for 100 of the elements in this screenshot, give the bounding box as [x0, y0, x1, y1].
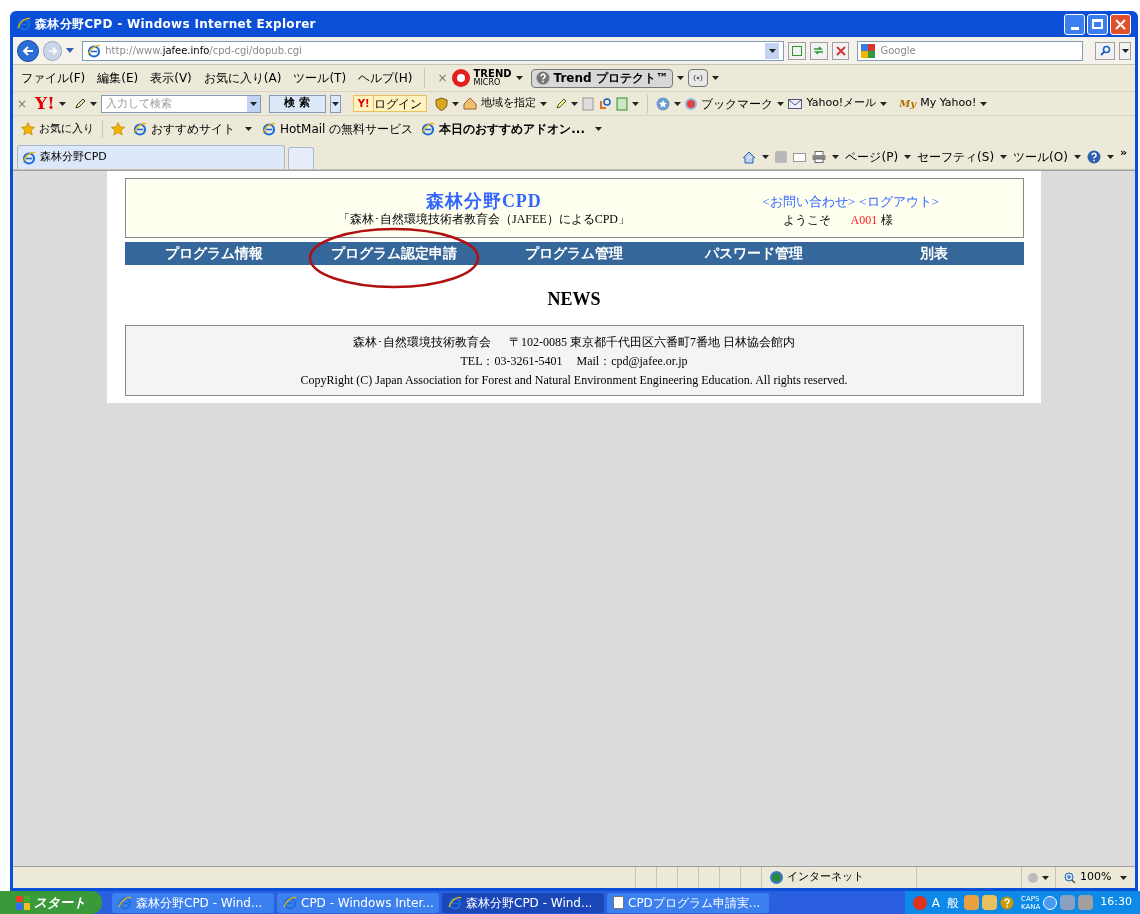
my-yahoo-button[interactable]: My Yahoo!	[920, 95, 977, 112]
close-toolbar-button[interactable]: ×	[437, 69, 448, 87]
caret-icon[interactable]	[571, 101, 579, 106]
address-field[interactable]: http://www.jafee.info/cpd-cgi/dopub.cgi	[82, 40, 785, 61]
nav-link[interactable]: パスワード管理	[704, 243, 803, 264]
login-button[interactable]: ログイン	[374, 95, 428, 112]
highlighter-icon[interactable]	[555, 97, 568, 110]
mail-icon[interactable]	[793, 152, 807, 162]
menu-item[interactable]: 表示(V)	[150, 69, 192, 87]
menu-item[interactable]: 編集(E)	[97, 69, 139, 87]
caret-icon[interactable]	[1106, 155, 1114, 159]
clock: 16:30	[1100, 894, 1132, 911]
command-menu[interactable]: ページ(P)	[845, 148, 899, 166]
stop-button[interactable]	[831, 41, 850, 60]
star-icon[interactable]	[21, 122, 35, 136]
menu-item[interactable]: ヘルプ(H)	[358, 69, 413, 87]
command-menu[interactable]: セーフティ(S)	[917, 148, 995, 166]
zoom-button[interactable]: 100%	[1080, 869, 1112, 886]
search-button[interactable]	[1095, 41, 1116, 60]
caret-icon[interactable]	[249, 101, 257, 106]
dropdown-button[interactable]	[329, 94, 341, 113]
printer-icon[interactable]	[812, 151, 827, 163]
home-icon[interactable]	[742, 150, 757, 164]
back-button[interactable]	[17, 39, 39, 62]
caret-icon[interactable]	[515, 76, 523, 80]
header-link[interactable]: <ログアウト>	[859, 193, 939, 211]
caret-icon[interactable]	[768, 48, 776, 53]
nav-link[interactable]: プログラム管理	[525, 243, 623, 264]
caret-icon[interactable]	[1121, 48, 1129, 53]
taskbar-button[interactable]: CPD - Windows Inter...	[277, 892, 439, 913]
caret-icon[interactable]	[904, 155, 912, 159]
start-button[interactable]: スタート	[0, 891, 102, 914]
star-circle-icon[interactable]	[656, 96, 671, 111]
caret-icon[interactable]	[676, 76, 684, 80]
caret-icon[interactable]	[58, 101, 66, 106]
ime-indicator[interactable]: 般	[945, 893, 961, 912]
close-button[interactable]	[1110, 13, 1131, 35]
caret-icon[interactable]	[1073, 155, 1081, 159]
caret-icon[interactable]	[880, 101, 888, 106]
caret-icon[interactable]	[832, 155, 840, 159]
envelope-icon[interactable]	[788, 98, 803, 109]
zoom-icon[interactable]	[1064, 871, 1076, 884]
caret-icon[interactable]	[777, 101, 785, 106]
favorites-button[interactable]: お気に入り	[39, 120, 94, 138]
caret-icon[interactable]	[540, 101, 548, 106]
caret-icon[interactable]	[89, 101, 97, 106]
yahoo-logo[interactable]: Y!	[352, 95, 375, 112]
minimize-button[interactable]	[1064, 13, 1085, 35]
caret-icon[interactable]	[331, 101, 339, 106]
browser-tab[interactable]: 森林分野CPD	[17, 145, 285, 169]
compatibility-button[interactable]	[788, 41, 806, 60]
search-field[interactable]: 入力して検索	[100, 94, 261, 113]
command-menu[interactable]: ツール(O)	[1013, 148, 1068, 166]
house-icon[interactable]	[463, 97, 478, 110]
taskbar-button[interactable]: 森林分野CPD - Wind...	[112, 892, 274, 913]
close-toolbar-button[interactable]: ×	[17, 94, 28, 113]
help-icon[interactable]	[1000, 895, 1014, 910]
menu-item[interactable]: お気に入り(A)	[203, 69, 282, 87]
magnifier-icon[interactable]	[598, 96, 613, 111]
menu-item[interactable]: ツール(T)	[293, 69, 347, 87]
nav-link[interactable]: プログラム情報	[165, 243, 264, 264]
wireless-button[interactable]	[687, 69, 708, 87]
dropdown-button[interactable]	[765, 42, 780, 59]
caret-icon[interactable]	[632, 101, 640, 106]
user-id: A001	[850, 212, 878, 229]
taskbar-button[interactable]: 森林分野CPD - Wind...	[442, 892, 604, 913]
caret-icon[interactable]	[980, 101, 988, 106]
more-button[interactable]: »	[1119, 145, 1127, 162]
nav-link[interactable]: 別表	[919, 243, 948, 264]
trend-protect-button[interactable]: Trend プロテクト™	[530, 68, 673, 88]
search-field[interactable]: Google	[857, 40, 1084, 61]
pencil-icon[interactable]	[73, 97, 86, 110]
region-button[interactable]: 地域を指定	[481, 95, 537, 112]
favorite-link[interactable]: HotMail の無料サービス	[280, 120, 414, 138]
search-button[interactable]: 検 索	[268, 94, 326, 113]
trend-logo[interactable]: TREND MICRO	[451, 69, 512, 87]
caret-icon[interactable]	[1042, 875, 1049, 880]
favorite-link[interactable]: おすすめサイト	[151, 120, 235, 138]
mail-button[interactable]: Yahoo!メール	[806, 95, 877, 112]
document-icon	[613, 896, 624, 909]
caret-icon[interactable]	[1120, 875, 1127, 880]
shield-icon[interactable]	[435, 96, 449, 111]
browser-icon	[118, 895, 132, 910]
caret-icon[interactable]	[452, 101, 460, 106]
maximize-button[interactable]	[1087, 13, 1108, 35]
bookmark-button[interactable]: ブックマーク	[701, 94, 774, 113]
caret-icon[interactable]	[1000, 155, 1008, 159]
help-icon[interactable]	[535, 71, 550, 85]
show-icons-button[interactable]	[1043, 895, 1058, 910]
caret-icon[interactable]	[711, 76, 719, 80]
header-link[interactable]: <お問い合わせ>	[762, 193, 856, 211]
taskbar-button[interactable]: CPDプログラム申請実...	[607, 892, 769, 913]
yahoo-logo[interactable]: Y!	[35, 95, 55, 112]
ime-indicator[interactable]: A	[929, 893, 942, 912]
caret-icon[interactable]	[674, 101, 682, 106]
dropdown-button[interactable]	[1119, 41, 1131, 60]
favorite-link[interactable]: 本日のおすすめアドオン...	[439, 120, 585, 138]
help-icon[interactable]	[1086, 150, 1101, 164]
menu-item[interactable]: ファイル(F)	[21, 69, 86, 87]
caret-icon[interactable]	[762, 155, 770, 159]
